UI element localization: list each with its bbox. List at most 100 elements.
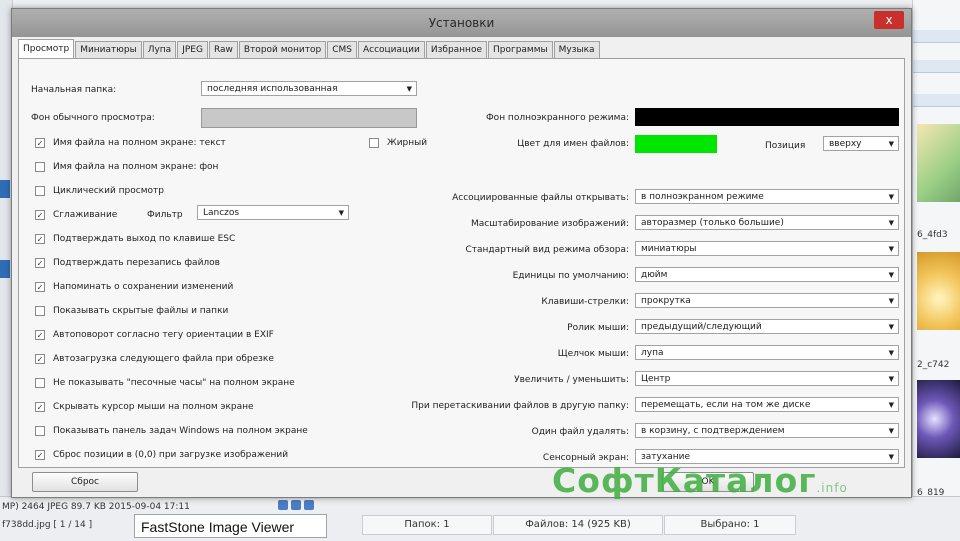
checkbox-box[interactable]: ✓ [35,282,45,292]
checkbox-remind-save[interactable]: ✓ Напоминать о сохранении изменений [35,281,233,293]
checkbox-box[interactable] [35,186,45,196]
select-delete[interactable]: в корзину, с подтверждением ▼ [635,423,899,438]
settings-dialog: Установки x Просмотр Миниатюры Лупа JPEG… [11,8,912,498]
checkbox-box[interactable]: ✓ [35,450,45,460]
status-selected: Выбрано: 1 [664,515,796,535]
checkbox-box[interactable] [35,378,45,388]
watermark-suffix: .info [816,481,848,495]
tab-favorites[interactable]: Избранное [425,41,487,58]
tab-raw[interactable]: Raw [208,41,238,58]
row-label-scaling: Масштабирование изображений: [471,219,629,229]
checkbox-auto-rotate[interactable]: ✓ Автоповорот согласно тегу ориентации в… [35,329,274,341]
reset-button[interactable]: Сброс [32,472,138,492]
bg-fullscreen-color-swatch[interactable] [635,108,899,126]
checkbox-confirm-esc[interactable]: ✓ Подтверждать выход по клавише ESC [35,233,235,245]
row-label-zoom: Увеличить / уменьшить: [514,375,629,385]
row-label-drag-files: При перетаскивании файлов в другую папку… [411,401,629,411]
checkbox-show-taskbar[interactable]: Показывать панель задач Windows на полно… [35,425,308,437]
checkbox-box[interactable] [35,426,45,436]
checkbox-box[interactable] [35,162,45,172]
tab-bar: Просмотр Миниатюры Лупа JPEG Raw Второй … [18,39,601,59]
row-label-mouse-wheel: Ролик мыши: [567,323,629,333]
select-zoom[interactable]: Центр ▼ [635,371,899,386]
checkbox-box[interactable]: ✓ [35,354,45,364]
select-arrow-keys[interactable]: прокрутка ▼ [635,293,899,308]
select-browse-view[interactable]: миниатюры ▼ [635,241,899,256]
checkbox-box[interactable]: ✓ [35,258,45,268]
select-value: прокрутка [641,296,691,306]
tab-second-monitor[interactable]: Второй монитор [238,41,327,58]
tab-magnifier[interactable]: Лупа [142,41,177,58]
checkbox-box[interactable] [35,306,45,316]
chevron-down-icon: ▼ [888,193,894,201]
select-drag-files[interactable]: перемещать, если на том же диске ▼ [635,397,899,412]
start-folder-select[interactable]: последняя использованная ▼ [201,81,417,96]
status-toolbar [278,500,314,514]
file-info: MP) 2464 JPEG 89.7 KB 2015-09-04 17:11 [2,502,190,512]
thumbnail-image[interactable] [917,252,960,330]
dialog-title: Установки [12,9,911,37]
toolbar-icon[interactable] [304,500,314,510]
checkbox-label: Скрывать курсор мыши на полном экране [53,402,254,412]
bold-checkbox[interactable]: Жирный [369,137,427,149]
checkbox-box[interactable] [369,138,379,148]
select-mouse-click[interactable]: лупа ▼ [635,345,899,360]
checkbox-label: Напоминать о сохранении изменений [53,282,234,292]
select-value: дюйм [641,270,668,280]
select-scaling[interactable]: авторазмер (только большие) ▼ [635,215,899,230]
checkbox-label: Подтверждать выход по клавише ESC [53,234,236,244]
status-folders: Папок: 1 [362,515,492,535]
select-units[interactable]: дюйм ▼ [635,267,899,282]
checkbox-box[interactable]: ✓ [35,234,45,244]
left-panel-marker [0,260,10,278]
checkbox-smoothing[interactable]: ✓ Сглаживание [35,209,117,221]
bg-fullscreen-label: Фон полноэкранного режима: [485,113,629,123]
checkbox-box[interactable]: ✓ [35,330,45,340]
chevron-down-icon: ▼ [338,209,344,217]
select-value: перемещать, если на том же диске [641,400,811,410]
toolbar-icon[interactable] [278,500,288,510]
checkbox-box[interactable]: ✓ [35,210,45,220]
thumbnail-image[interactable] [917,380,960,458]
checkbox-confirm-overwrite[interactable]: ✓ Подтверждать перезапись файлов [35,257,220,269]
checkbox-box[interactable]: ✓ [35,402,45,412]
thumbnail-image[interactable] [917,124,960,202]
thumbnail-toolbar-strip [913,30,960,43]
start-folder-label: Начальная папка: [31,85,117,95]
select-mouse-wheel[interactable]: предыдущий/следующий ▼ [635,319,899,334]
checkbox-filename-text[interactable]: ✓ Имя файла на полном экране: текст [35,137,226,149]
tab-view[interactable]: Просмотр [18,39,75,58]
select-value: Центр [641,374,671,384]
position-select[interactable]: вверху ▼ [823,136,899,151]
checkbox-box[interactable]: ✓ [35,138,45,148]
checkbox-label: Подтверждать перезапись файлов [53,258,220,268]
bg-normal-label: Фон обычного просмотра: [31,113,155,123]
tab-thumbnails[interactable]: Миниатюры [75,41,142,58]
close-button[interactable]: x [874,11,904,29]
checkbox-reset-position[interactable]: ✓ Сброс позиции в (0,0) при загрузке изо… [35,449,288,461]
checkbox-filename-bg[interactable]: Имя файла на полном экране: фон [35,161,218,173]
chevron-down-icon: ▼ [888,375,894,383]
filter-label: Фильтр [147,210,183,220]
tab-cms[interactable]: CMS [327,41,357,58]
filename-color-swatch[interactable] [635,135,717,153]
toolbar-icon[interactable] [291,500,301,510]
checkbox-label: Автоповорот согласно тегу ориентации в E… [53,330,274,340]
checkbox-hide-cursor[interactable]: ✓ Скрывать курсор мыши на полном экране [35,401,254,413]
checkbox-label: Показывать скрытые файлы и папки [53,306,229,316]
checkbox-hide-hourglass[interactable]: Не показывать "песочные часы" на полном … [35,377,295,389]
filter-select[interactable]: Lanczos ▼ [197,205,349,220]
bold-label: Жирный [387,138,428,148]
checkbox-label: Сброс позиции в (0,0) при загрузке изобр… [53,450,289,460]
checkbox-show-hidden[interactable]: Показывать скрытые файлы и папки [35,305,228,317]
position-value: вверху [829,139,862,149]
bg-normal-color-swatch[interactable] [201,108,417,128]
tab-music[interactable]: Музыка [553,41,600,58]
checkbox-autoload-next[interactable]: ✓ Автозагрузка следующего файла при обре… [35,353,274,365]
chevron-down-icon: ▼ [888,427,894,435]
tab-programs[interactable]: Программы [487,41,553,58]
tab-associations[interactable]: Ассоциации [358,41,425,58]
checkbox-loop[interactable]: Циклический просмотр [35,185,164,197]
tab-jpeg[interactable]: JPEG [177,41,208,58]
select-open-associated[interactable]: в полноэкранном режиме ▼ [635,189,899,204]
